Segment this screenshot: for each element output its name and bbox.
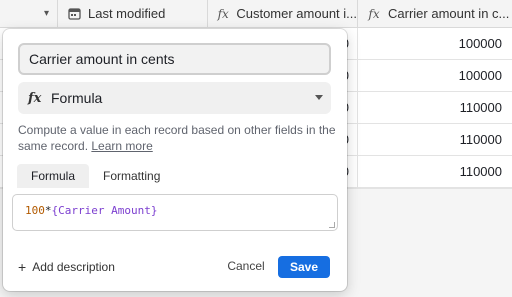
add-description-label: Add description (32, 260, 115, 274)
formula-icon: fx (28, 90, 42, 106)
field-type-select[interactable]: fx Formula (18, 82, 331, 114)
column-header-label: Last modified (88, 6, 166, 21)
column-header-carrier-amount[interactable]: fx Carrier amount in c... (358, 0, 512, 28)
chevron-down-icon (315, 95, 323, 100)
save-button[interactable]: Save (278, 256, 330, 278)
carrier-amount-cell[interactable]: 110000 (358, 156, 512, 188)
description-text: Compute a value in each record based on … (18, 123, 336, 153)
column-header-expand[interactable]: ▾ (0, 0, 58, 28)
carrier-amount-cell[interactable]: 110000 (358, 92, 512, 124)
config-tabs: Formula Formatting (17, 164, 174, 188)
field-name-input[interactable] (18, 43, 331, 75)
learn-more-link[interactable]: Learn more (91, 139, 152, 153)
field-type-description: Compute a value in each record based on … (18, 122, 338, 154)
carrier-amount-cell[interactable]: 100000 (358, 60, 512, 92)
plus-icon: + (18, 259, 27, 275)
carrier-amount-cell[interactable]: 110000 (358, 124, 512, 156)
chevron-down-icon[interactable]: ▾ (44, 8, 49, 19)
calendar-icon (66, 6, 82, 22)
formula-number: 100 (25, 204, 45, 217)
column-header-label: Customer amount i... (236, 6, 357, 21)
tab-formatting[interactable]: Formatting (89, 164, 174, 188)
formula-icon: fx (368, 6, 380, 21)
field-config-popup: fx Formula Compute a value in each recor… (3, 29, 347, 291)
column-header-label: Carrier amount in c... (388, 6, 510, 21)
formula-field-reference: {Carrier Amount} (51, 204, 158, 217)
formula-editor[interactable]: 100*{Carrier Amount} (12, 194, 338, 231)
resize-handle[interactable] (329, 222, 335, 228)
add-description-button[interactable]: + Add description (18, 259, 115, 275)
column-header-last-modified[interactable]: Last modified (58, 0, 208, 28)
formula-icon: fx (217, 6, 229, 21)
carrier-amount-cell[interactable]: 100000 (358, 28, 512, 60)
tab-formula[interactable]: Formula (17, 164, 90, 188)
cancel-button[interactable]: Cancel (225, 254, 267, 278)
formula-operator: * (44, 204, 52, 217)
column-header-customer-amount[interactable]: fx Customer amount i... (208, 0, 358, 28)
field-type-label: Formula (51, 90, 103, 106)
